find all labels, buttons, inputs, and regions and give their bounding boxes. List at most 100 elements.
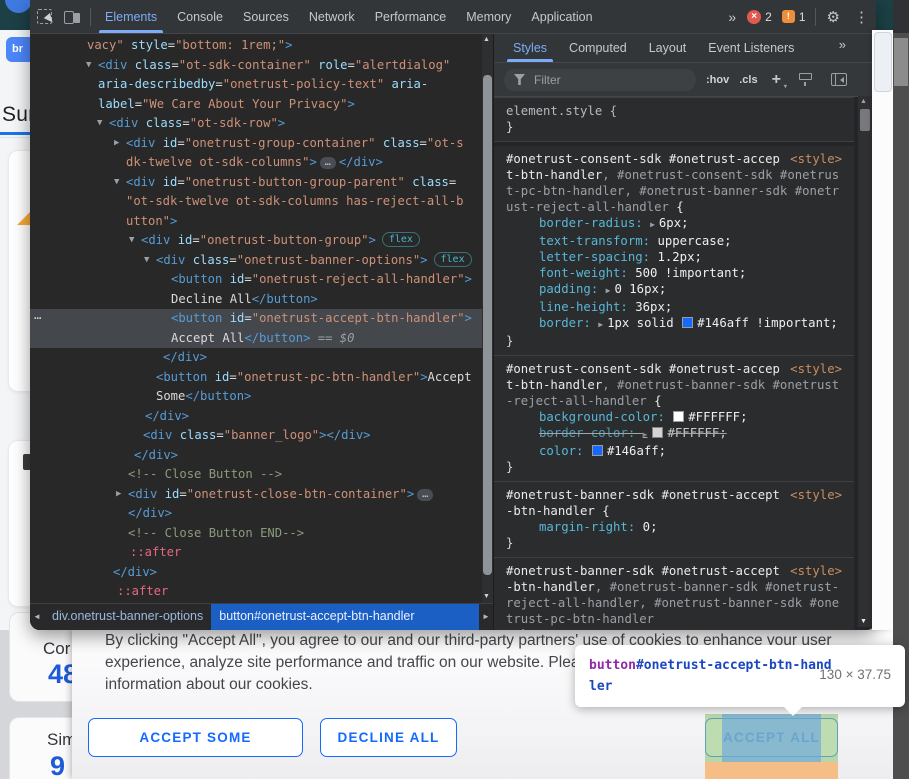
css-property[interactable]: border-radius: ▶6px; [506, 215, 842, 233]
tree-line[interactable]: <div class="banner_logo"></div> [30, 426, 482, 446]
css-rule[interactable]: <style>#onetrust-consent-sdk #onetrust-a… [494, 356, 854, 482]
tree-line[interactable]: </div> [30, 563, 482, 583]
css-property[interactable]: color: #146aff; [506, 443, 842, 459]
settings-gear-icon[interactable]: ⚙ [820, 8, 847, 26]
style-source-link[interactable]: <style> [790, 361, 842, 377]
sidebar-tab-computed[interactable]: Computed [558, 35, 638, 62]
sidebar-tab-event-listeners[interactable]: Event Listeners [697, 35, 805, 62]
tree-line[interactable]: label="We Care About Your Privacy"> [30, 95, 482, 115]
collapsed-children-icon[interactable]: … [320, 157, 336, 169]
color-swatch[interactable] [682, 317, 693, 328]
tree-line[interactable]: utton"> [30, 212, 482, 232]
sidebar-tab-layout[interactable]: Layout [638, 35, 698, 62]
console-errors-badge[interactable]: × 2 [742, 10, 777, 24]
breadcrumb-left-icon[interactable]: ◄ [30, 604, 44, 630]
tab-sources[interactable]: Sources [233, 1, 299, 33]
toggle-element-state-button[interactable]: :hov [706, 74, 729, 86]
collapse-icon[interactable]: ▼ [144, 251, 149, 271]
issues-badge[interactable]: ! 1 [777, 10, 811, 24]
css-rule[interactable]: <style>#onetrust-banner-sdk #onetrust-ac… [494, 558, 854, 630]
css-rule[interactable]: <style>#onetrust-banner-sdk #onetrust-ac… [494, 482, 854, 558]
scroll-down-icon[interactable]: ▼ [483, 593, 490, 600]
tree-line[interactable]: dk-twelve ot-sdk-columns">…</div> [30, 153, 482, 173]
flex-badge[interactable]: flex [382, 232, 420, 247]
css-property[interactable]: letter-spacing: 1.2px; [506, 249, 842, 265]
tree-line[interactable]: <!-- Close Button END--> [30, 524, 482, 544]
element-classes-button[interactable]: .cls [739, 74, 757, 86]
css-rule[interactable]: <style>#onetrust-consent-sdk #onetrust-a… [494, 146, 854, 356]
scrollbar-thumb[interactable] [860, 109, 870, 131]
expand-icon[interactable]: ▶ [116, 485, 121, 505]
tree-line[interactable]: <button id="onetrust-reject-all-handler"… [30, 270, 482, 290]
styles-scrollbar[interactable]: ▲ ▼ [858, 96, 872, 627]
css-property[interactable]: line-height: 36px; [506, 299, 842, 315]
tree-line[interactable]: <button id="onetrust-pc-btn-handler">Acc… [30, 368, 482, 388]
tree-line[interactable]: ▶<div id="onetrust-close-btn-container">… [30, 485, 482, 505]
expand-icon[interactable]: ▶ [114, 134, 119, 154]
tree-line[interactable]: Accept All</button> == $0 [30, 329, 482, 349]
style-source-link[interactable]: <style> [790, 151, 842, 167]
css-rule[interactable]: element.style {} [494, 97, 854, 142]
css-property[interactable]: font-weight: 500 !important; [506, 265, 842, 281]
collapse-icon[interactable]: ▼ [129, 231, 134, 251]
tree-line[interactable]: </div> [30, 602, 482, 604]
tree-line[interactable]: aria-describedby="onetrust-policy-text" … [30, 75, 482, 95]
color-swatch[interactable] [652, 427, 663, 438]
scroll-up-icon[interactable]: ▲ [483, 36, 490, 43]
tree-line[interactable]: </div> [30, 504, 482, 524]
color-swatch[interactable] [673, 411, 684, 422]
sidebar-tab-styles[interactable]: Styles [502, 35, 558, 62]
computed-sidebar-toggle-icon[interactable] [831, 73, 847, 86]
tree-line[interactable]: ::after [30, 582, 482, 602]
sidebar-more-tabs-icon[interactable]: » [833, 37, 852, 52]
scroll-up-icon[interactable]: ▲ [860, 98, 867, 105]
styles-filter[interactable] [504, 69, 696, 91]
tree-line[interactable]: ⋯<button id="onetrust-accept-btn-handler… [30, 309, 482, 329]
tree-line[interactable]: <!-- Close Button --> [30, 465, 482, 485]
scroll-down-icon[interactable]: ▼ [860, 618, 867, 625]
decline-all-button[interactable]: DECLINE ALL [320, 718, 457, 757]
page-scrollbar-thumb[interactable] [874, 32, 892, 92]
more-tabs-button[interactable]: » [722, 9, 742, 25]
device-toolbar-button[interactable] [58, 4, 86, 30]
collapsed-children-icon[interactable]: … [417, 489, 433, 501]
tree-line[interactable]: vacy" style="bottom: 1rem;"> [30, 36, 482, 56]
window-scrollbar-thumb[interactable] [894, 38, 908, 86]
tree-line[interactable]: ▼<div class="ot-sdk-container" role="ale… [30, 56, 482, 76]
new-style-rule-button[interactable]: +▾ [772, 71, 781, 89]
css-property[interactable]: margin-right: 0; [506, 519, 842, 535]
inspect-element-button[interactable] [30, 4, 58, 30]
flex-badge[interactable]: flex [434, 252, 472, 267]
breadcrumb-item[interactable]: div.onetrust-banner-options [44, 604, 211, 630]
tree-line[interactable]: ::after [30, 543, 482, 563]
collapse-icon[interactable]: ▼ [97, 114, 102, 134]
breadcrumb-right-icon[interactable]: ► [479, 604, 493, 630]
accept-some-button[interactable]: ACCEPT SOME [88, 718, 303, 757]
style-source-link[interactable]: <style> [790, 563, 842, 579]
tab-network[interactable]: Network [299, 1, 365, 33]
breadcrumb-item[interactable]: button#onetrust-accept-btn-handler [211, 604, 479, 630]
tree-line[interactable]: ▼<div class="onetrust-banner-options">fl… [30, 251, 482, 271]
tab-elements[interactable]: Elements [95, 1, 167, 33]
style-source-link[interactable]: <style> [790, 487, 842, 503]
css-property[interactable]: text-transform: uppercase; [506, 233, 842, 249]
css-property[interactable]: padding: ▶0 16px; [506, 281, 842, 299]
css-property[interactable]: background-color: #FFFFFF; [506, 409, 842, 425]
tree-line[interactable]: </div> [30, 446, 482, 466]
tree-line[interactable]: Some</button> [30, 387, 482, 407]
tab-application[interactable]: Application [521, 1, 602, 33]
scrollbar-thumb[interactable] [483, 75, 492, 575]
collapse-icon[interactable]: ▼ [86, 56, 91, 76]
tab-performance[interactable]: Performance [365, 1, 457, 33]
tree-line[interactable]: ▶<div id="onetrust-group-container" clas… [30, 134, 482, 154]
tree-line[interactable]: </div> [30, 348, 482, 368]
tree-line[interactable]: </div> [30, 407, 482, 427]
node-menu-icon[interactable]: ⋯ [34, 309, 40, 329]
collapse-icon[interactable]: ▼ [114, 173, 119, 193]
devtools-menu-icon[interactable]: ⋮ [847, 8, 876, 26]
rendering-emulation-icon[interactable] [799, 73, 813, 86]
css-property[interactable]: border: ▶1px solid #146aff !important; [506, 315, 842, 333]
elements-scrollbar[interactable]: ▲ ▼ [482, 34, 493, 603]
tree-line[interactable]: ▼<div id="onetrust-button-group">flex [30, 231, 482, 251]
tree-line[interactable]: Decline All</button> [30, 290, 482, 310]
